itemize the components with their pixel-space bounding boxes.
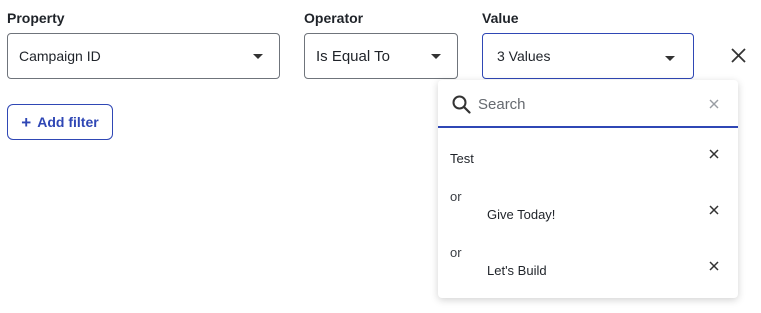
remove-value-button[interactable] <box>709 149 719 159</box>
close-icon <box>709 99 719 109</box>
search-input[interactable] <box>478 93 698 115</box>
property-select[interactable]: Campaign ID <box>7 33 280 79</box>
clear-search-button[interactable] <box>709 99 719 109</box>
value-dropdown: Test or Give Today! or Let's Build <box>438 80 738 298</box>
add-filter-label: Add filter <box>37 114 99 130</box>
search-icon <box>452 95 471 114</box>
operator-select-value: Is Equal To <box>316 47 390 65</box>
chevron-down-icon <box>665 56 675 61</box>
or-connector: or <box>450 245 462 260</box>
operator-select[interactable]: Is Equal To <box>304 33 458 79</box>
close-icon <box>709 149 719 159</box>
close-icon <box>709 205 719 215</box>
remove-value-button[interactable] <box>709 261 719 271</box>
value-select[interactable]: 3 Values <box>482 33 694 79</box>
remove-value-button[interactable] <box>709 205 719 215</box>
selected-value-item: Let's Build <box>487 263 547 278</box>
property-label: Property <box>7 10 65 26</box>
value-label: Value <box>482 10 519 26</box>
chevron-down-icon <box>253 54 263 59</box>
or-connector: or <box>450 189 462 204</box>
plus-icon: + <box>21 112 32 132</box>
search-row <box>438 80 738 128</box>
selected-value-item: Give Today! <box>487 207 556 222</box>
close-icon <box>709 261 719 271</box>
close-icon <box>731 48 746 63</box>
chevron-down-icon <box>431 54 441 59</box>
property-select-value: Campaign ID <box>19 48 101 64</box>
value-select-summary: 3 Values <box>497 48 551 64</box>
add-filter-button[interactable]: + Add filter <box>7 104 113 140</box>
selected-value-item: Test <box>450 151 474 166</box>
operator-label: Operator <box>304 10 364 26</box>
remove-filter-button[interactable] <box>731 48 746 63</box>
